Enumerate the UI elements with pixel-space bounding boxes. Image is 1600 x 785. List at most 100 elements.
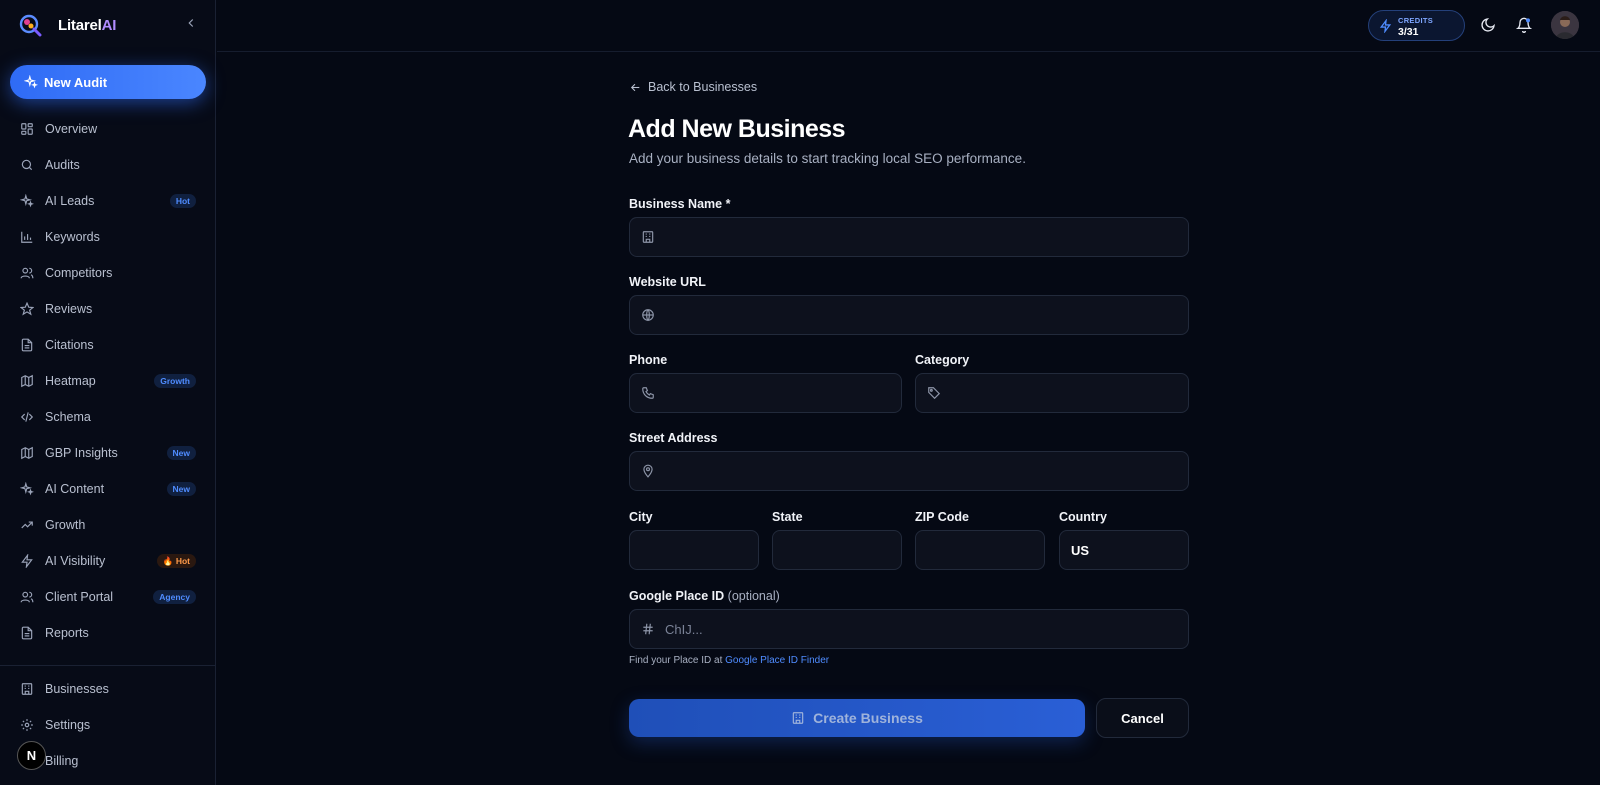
trending-up-icon — [21, 521, 33, 529]
arrow-left-icon — [630, 83, 640, 91]
page-subtitle: Add your business details to start track… — [629, 151, 1026, 166]
nav-badge: Hot — [169, 194, 196, 208]
sidebar-item-keywords[interactable]: Keywords — [20, 225, 196, 249]
sidebar-item-label: Schema — [45, 410, 91, 424]
place-id-finder-link[interactable]: Google Place ID Finder — [725, 655, 829, 666]
state-input[interactable] — [772, 530, 902, 570]
users-icon — [20, 591, 34, 603]
nav-badge: Growth — [154, 374, 196, 388]
sidebar-item-competitors[interactable]: Competitors — [20, 261, 196, 285]
sidebar-item-billing[interactable]: Billing — [20, 749, 196, 773]
sidebar-item-client-portal[interactable]: Client Portal Agency — [20, 585, 196, 609]
map-icon — [21, 446, 33, 460]
logo-icon — [18, 13, 42, 37]
city-label: City — [629, 510, 653, 524]
sidebar-item-ai-visibility[interactable]: AI Visibility 🔥 Hot — [20, 549, 196, 573]
building-icon — [21, 683, 33, 695]
sidebar: LitarelAI New Audit Overview Audits AI L… — [0, 0, 216, 785]
building-icon — [642, 231, 654, 243]
sparkles-icon — [20, 482, 34, 496]
sidebar-item-label: Billing — [45, 754, 79, 768]
sidebar-item-label: Audits — [45, 158, 80, 172]
category-input[interactable] — [915, 373, 1189, 413]
chevron-left-icon[interactable] — [184, 16, 200, 34]
zip-label: ZIP Code — [915, 510, 969, 524]
moon-icon[interactable] — [1480, 17, 1496, 33]
sidebar-item-label: AI Leads — [45, 194, 95, 208]
website-label: Website URL — [629, 275, 706, 289]
code-icon — [20, 412, 34, 422]
phone-icon — [642, 387, 654, 399]
sidebar-item-label: Client Portal — [45, 590, 114, 604]
sidebar-item-schema[interactable]: Schema — [20, 405, 196, 429]
sidebar-item-label: Settings — [45, 718, 91, 732]
sidebar-item-growth[interactable]: Growth — [20, 513, 196, 537]
gear-icon — [21, 719, 33, 731]
website-input[interactable] — [629, 295, 1189, 335]
place-id-label: Google Place ID (optional) — [629, 589, 780, 603]
business-name-label: Business Name * — [629, 197, 731, 211]
place-id-input[interactable]: ChIJ... — [629, 609, 1189, 649]
credits-badge[interactable]: CREDITS 3/31 — [1368, 10, 1465, 41]
phone-input[interactable] — [629, 373, 902, 413]
n-badge[interactable]: N — [17, 741, 46, 770]
sidebar-item-overview[interactable]: Overview — [20, 117, 196, 141]
map-pin-icon — [643, 464, 653, 478]
sidebar-item-settings[interactable]: Settings — [20, 713, 196, 737]
create-business-button[interactable]: Create Business — [629, 699, 1085, 737]
nav-badge: New — [166, 446, 196, 460]
nav-badge: New — [166, 482, 196, 496]
grid-icon — [21, 123, 33, 135]
sidebar-divider — [0, 665, 216, 666]
sidebar-item-label: Citations — [45, 338, 94, 352]
sidebar-item-heatmap[interactable]: Heatmap Growth — [20, 369, 196, 393]
zip-input[interactable] — [915, 530, 1045, 570]
map-icon — [21, 374, 33, 388]
nav-badge: Agency — [153, 590, 196, 604]
place-id-help: Find your Place ID at Google Place ID Fi… — [629, 655, 830, 666]
users-icon — [20, 267, 34, 279]
sidebar-item-ai-content[interactable]: AI Content New — [20, 477, 196, 501]
sidebar-item-audits[interactable]: Audits — [20, 153, 196, 177]
sidebar-item-label: Businesses — [45, 682, 109, 696]
sidebar-item-reviews[interactable]: Reviews — [20, 297, 196, 321]
sidebar-item-label: Reports — [45, 626, 89, 640]
zap-icon — [21, 554, 33, 568]
create-label: Create Business — [813, 710, 923, 726]
bar-chart-icon — [21, 231, 33, 243]
brand[interactable]: LitarelAI — [18, 12, 116, 38]
sidebar-item-reports[interactable]: Reports — [20, 621, 196, 645]
sidebar-item-label: AI Visibility — [45, 554, 106, 568]
credits-value: 3/31 — [1398, 26, 1419, 38]
sidebar-item-label: AI Content — [45, 482, 105, 496]
sidebar-item-label: Overview — [45, 122, 98, 136]
category-label: Category — [915, 353, 970, 367]
file-icon — [21, 338, 33, 352]
bell-icon[interactable] — [1515, 17, 1533, 33]
sidebar-item-businesses[interactable]: Businesses — [20, 677, 196, 701]
zap-icon — [1379, 19, 1392, 33]
sidebar-item-label: GBP Insights — [45, 446, 118, 460]
business-name-input[interactable] — [629, 217, 1189, 257]
country-label: Country — [1059, 510, 1107, 524]
nav-badge: 🔥 Hot — [156, 554, 196, 568]
country-input[interactable]: US — [1059, 530, 1189, 570]
new-audit-button[interactable]: New Audit — [10, 65, 206, 99]
sidebar-item-citations[interactable]: Citations — [20, 333, 196, 357]
avatar[interactable] — [1551, 11, 1579, 39]
street-input[interactable] — [629, 451, 1189, 491]
page-title: Add New Business — [628, 115, 846, 143]
tag-icon — [928, 387, 941, 400]
cancel-button[interactable]: Cancel — [1096, 698, 1189, 738]
credits-label: CREDITS — [1398, 16, 1434, 25]
sidebar-item-ai-leads[interactable]: AI Leads Hot — [20, 189, 196, 213]
street-label: Street Address — [629, 431, 718, 445]
city-input[interactable] — [629, 530, 759, 570]
sidebar-item-label: Competitors — [45, 266, 113, 280]
state-label: State — [772, 510, 803, 524]
country-value: US — [1071, 542, 1090, 558]
phone-label: Phone — [629, 353, 668, 367]
sidebar-item-gbp-insights[interactable]: GBP Insights New — [20, 441, 196, 465]
star-icon — [20, 302, 34, 316]
back-link[interactable]: Back to Businesses — [629, 80, 757, 94]
